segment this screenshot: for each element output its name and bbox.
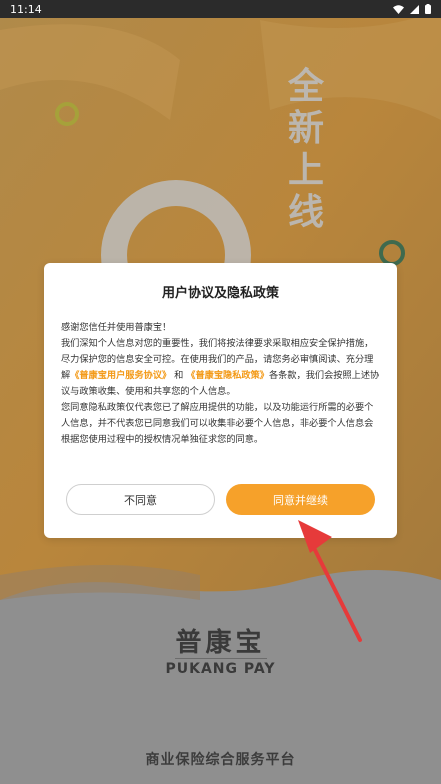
banner-vertical-title: 全 新 上 线 [283,66,329,234]
dialog-title: 用户协议及隐私政策 [161,286,279,301]
disagree-button[interactable]: 不同意 [66,484,215,515]
battery-icon [425,4,431,14]
dialog-greeting: 感谢您信任并使用普康宝！ [61,322,172,333]
status-icons [393,4,431,14]
agree-continue-button[interactable]: 同意并继续 [226,484,375,515]
status-time: 11:14 [10,2,42,16]
pointer-arrow-icon [298,520,362,642]
brand-name-en: PUKANG PAY [165,661,276,677]
wifi-icon [393,4,404,14]
banner-char: 全 [287,66,324,107]
privacy-policy-link[interactable]: 《普康宝隐私政策》 [186,370,269,381]
status-bar: 11:14 [0,0,441,18]
dialog-paragraph-2: 您同意隐私政策仅代表您已了解应用提供的功能，以及功能运行所需的必要个人信息，并不… [61,402,374,445]
signal-icon [410,4,419,14]
brand-tagline: 商业保险综合服务平台 [145,752,296,768]
para1-and: 和 [174,370,184,381]
banner-char: 新 [287,108,324,149]
service-agreement-link[interactable]: 《普康宝用户服务协议》 [70,370,171,381]
dialog-paragraph-1: 我们深知个人信息对您的重要性，我们将按法律要求采取相应安全保护措施，尽力保护您的… [61,336,380,400]
dialog-body: 感谢您信任并使用普康宝！ 我们深知个人信息对您的重要性，我们将按法律要求采取相应… [61,320,380,448]
banner-char: 线 [287,192,324,233]
privacy-dialog: 用户协议及隐私政策 感谢您信任并使用普康宝！ 我们深知个人信息对您的重要性，我们… [44,263,397,538]
app-screen: 11:14 全 新 上 线 普康宝 PUKANG PAY 商业保险综合服务平台 … [0,0,441,784]
banner-char: 上 [287,150,324,191]
dialog-buttons: 不同意 同意并继续 [66,484,375,515]
brand-divider [175,658,267,659]
